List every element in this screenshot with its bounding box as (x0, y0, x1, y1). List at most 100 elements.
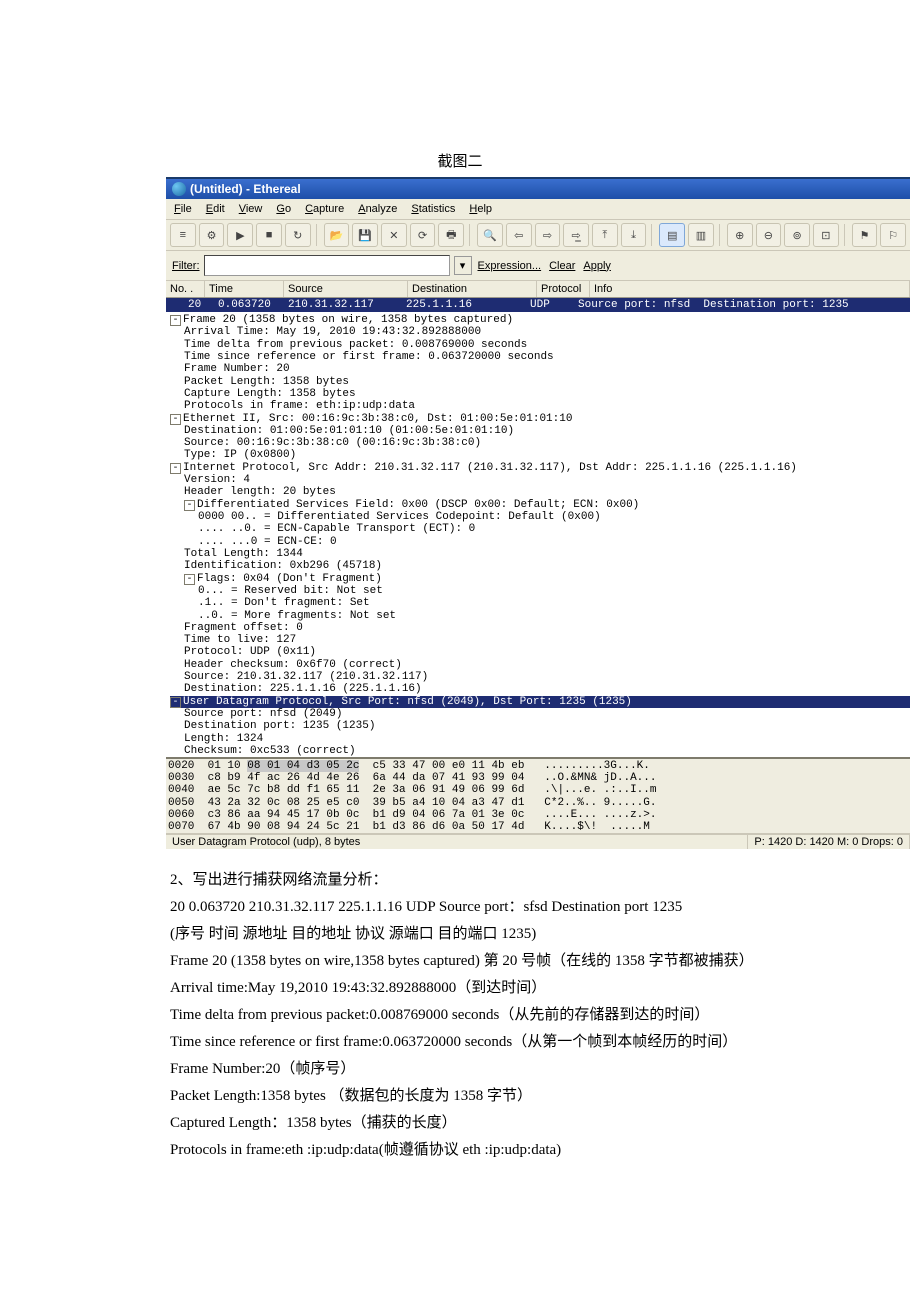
hex-line[interactable]: 0060 c3 86 aa 94 45 17 0b 0c b1 d9 04 06… (168, 809, 908, 821)
detail-line[interactable]: -Ethernet II, Src: 00:16:9c:3b:38:c0, Ds… (170, 413, 910, 425)
tree-toggle-icon[interactable]: - (170, 697, 181, 708)
go-first-icon[interactable]: ⤒ (592, 223, 618, 247)
stop-capture-icon[interactable]: ■ (256, 223, 282, 247)
detail-line[interactable]: ..0. = More fragments: Not set (170, 610, 910, 622)
detail-line[interactable]: Length: 1324 (170, 733, 910, 745)
detail-line[interactable]: Time to live: 127 (170, 634, 910, 646)
detail-line[interactable]: Time since reference or first frame: 0.0… (170, 351, 910, 363)
detail-line[interactable]: -Frame 20 (1358 bytes on wire, 1358 byte… (170, 314, 910, 326)
detail-line[interactable]: Header checksum: 0x6f70 (correct) (170, 659, 910, 671)
tree-toggle-icon[interactable]: - (170, 315, 181, 326)
go-last-icon[interactable]: ⤓ (621, 223, 647, 247)
detail-line[interactable]: Type: IP (0x0800) (170, 449, 910, 461)
detail-line[interactable]: Arrival Time: May 19, 2010 19:43:32.8928… (170, 326, 910, 338)
resize-columns-icon[interactable]: ⊡ (813, 223, 839, 247)
capture-options-icon[interactable]: ⚙ (199, 223, 225, 247)
clear-link[interactable]: Clear (547, 260, 577, 272)
list-interfaces-icon[interactable]: ≡ (170, 223, 196, 247)
menu-edit[interactable]: Edit (200, 202, 231, 216)
capture-filters-icon[interactable]: ⚑ (852, 223, 878, 247)
detail-line[interactable]: -Differentiated Services Field: 0x00 (DS… (170, 499, 910, 511)
go-to-icon[interactable]: ⇨̲ (563, 223, 589, 247)
detail-text: Identification: 0xb296 (45718) (184, 560, 382, 572)
save-file-icon[interactable]: 💾 (352, 223, 378, 247)
zoom-reset-icon[interactable]: ⊚ (784, 223, 810, 247)
menu-statistics[interactable]: Statistics (405, 202, 461, 216)
detail-line[interactable]: Destination: 225.1.1.16 (225.1.1.16) (170, 683, 910, 695)
expression-link[interactable]: Expression... (476, 260, 544, 272)
detail-line[interactable]: Protocols in frame: eth:ip:udp:data (170, 400, 910, 412)
tree-toggle-icon[interactable]: - (184, 500, 195, 511)
find-icon[interactable]: 🔍 (477, 223, 503, 247)
filter-label: Filter: (172, 260, 200, 272)
detail-line[interactable]: Fragment offset: 0 (170, 622, 910, 634)
menu-file[interactable]: File (168, 202, 198, 216)
detail-line[interactable]: Time delta from previous packet: 0.00876… (170, 339, 910, 351)
detail-line[interactable]: .1.. = Don't fragment: Set (170, 597, 910, 609)
filter-dropdown-icon[interactable]: ▾ (454, 256, 472, 275)
detail-line[interactable]: Packet Length: 1358 bytes (170, 376, 910, 388)
detail-line[interactable]: Identification: 0xb296 (45718) (170, 560, 910, 572)
hex-line[interactable]: 0040 ae 5c 7c b8 dd f1 65 11 2e 3a 06 91… (168, 784, 908, 796)
hex-line[interactable]: 0030 c8 b9 4f ac 26 4d 4e 26 6a 44 da 07… (168, 772, 908, 784)
detail-line[interactable]: .... ...0 = ECN-CE: 0 (170, 536, 910, 548)
print-icon[interactable]: 🖶 (438, 223, 464, 247)
detail-line[interactable]: -Flags: 0x04 (Don't Fragment) (170, 573, 910, 585)
detail-text: Ethernet II, Src: 00:16:9c:3b:38:c0, Dst… (183, 413, 572, 425)
detail-line[interactable]: -Internet Protocol, Src Addr: 210.31.32.… (170, 462, 910, 474)
col-destination[interactable]: Destination (408, 281, 537, 297)
detail-line[interactable]: 0... = Reserved bit: Not set (170, 585, 910, 597)
detail-line[interactable]: Destination: 01:00:5e:01:01:10 (01:00:5e… (170, 425, 910, 437)
detail-line[interactable]: Header length: 20 bytes (170, 486, 910, 498)
apply-link[interactable]: Apply (581, 260, 613, 272)
restart-capture-icon[interactable]: ↻ (285, 223, 311, 247)
go-forward-icon[interactable]: ⇨ (535, 223, 561, 247)
col-source[interactable]: Source (284, 281, 408, 297)
detail-line[interactable]: -User Datagram Protocol, Src Port: nfsd … (170, 696, 910, 708)
auto-scroll-icon[interactable]: ▥ (688, 223, 714, 247)
open-file-icon[interactable]: 📂 (324, 223, 350, 247)
doc-line: Arrival time:May 19,2010 19:43:32.892888… (170, 975, 750, 1002)
menu-view[interactable]: View (233, 202, 269, 216)
tree-toggle-icon[interactable]: - (170, 463, 181, 474)
detail-text: ..0. = More fragments: Not set (198, 610, 396, 622)
menu-help[interactable]: Help (463, 202, 498, 216)
col-info[interactable]: Info (590, 281, 910, 297)
col-protocol[interactable]: Protocol (537, 281, 590, 297)
detail-text: Checksum: 0xc533 (correct) (184, 745, 356, 757)
zoom-out-icon[interactable]: ⊖ (756, 223, 782, 247)
tree-toggle-icon[interactable]: - (184, 574, 195, 585)
filter-input[interactable] (204, 255, 450, 276)
hex-line[interactable]: 0050 43 2a 32 0c 08 25 e5 c0 39 b5 a4 10… (168, 797, 908, 809)
detail-line[interactable]: Frame Number: 20 (170, 363, 910, 375)
display-filters-icon[interactable]: ⚐ (880, 223, 906, 247)
hex-line[interactable]: 0070 67 4b 90 08 94 24 5c 21 b1 d3 86 d6… (168, 821, 908, 833)
menu-go[interactable]: Go (270, 202, 297, 216)
detail-line[interactable]: .... ..0. = ECN-Capable Transport (ECT):… (170, 523, 910, 535)
document-text: 2、写出进行捕获网络流量分析： 20 0.063720 210.31.32.11… (170, 867, 750, 1164)
zoom-in-icon[interactable]: ⊕ (727, 223, 753, 247)
detail-text: Destination: 225.1.1.16 (225.1.1.16) (184, 683, 422, 695)
detail-line[interactable]: Capture Length: 1358 bytes (170, 388, 910, 400)
menu-capture[interactable]: Capture (299, 202, 350, 216)
detail-line[interactable]: Total Length: 1344 (170, 548, 910, 560)
detail-line[interactable]: Source: 210.31.32.117 (210.31.32.117) (170, 671, 910, 683)
reload-icon[interactable]: ⟳ (410, 223, 436, 247)
detail-line[interactable]: Source: 00:16:9c:3b:38:c0 (00:16:9c:3b:3… (170, 437, 910, 449)
detail-line[interactable]: Version: 4 (170, 474, 910, 486)
detail-line[interactable]: Protocol: UDP (0x11) (170, 646, 910, 658)
col-no[interactable]: No. . (166, 281, 205, 297)
detail-line[interactable]: 0000 00.. = Differentiated Services Code… (170, 511, 910, 523)
go-back-icon[interactable]: ⇦ (506, 223, 532, 247)
col-time[interactable]: Time (205, 281, 284, 297)
menu-analyze[interactable]: Analyze (352, 202, 403, 216)
hex-line[interactable]: 0020 01 10 08 01 04 d3 05 2c c5 33 47 00… (168, 760, 908, 772)
start-capture-icon[interactable]: ▶ (227, 223, 253, 247)
colorize-icon[interactable]: ▤ (659, 223, 685, 247)
detail-line[interactable]: Destination port: 1235 (1235) (170, 720, 910, 732)
close-file-icon[interactable]: ✕ (381, 223, 407, 247)
tree-toggle-icon[interactable]: - (170, 414, 181, 425)
detail-line[interactable]: Source port: nfsd (2049) (170, 708, 910, 720)
selected-packet-row[interactable]: 20 0.063720 210.31.32.117 225.1.1.16 UDP… (166, 298, 910, 312)
detail-line[interactable]: Checksum: 0xc533 (correct) (170, 745, 910, 757)
